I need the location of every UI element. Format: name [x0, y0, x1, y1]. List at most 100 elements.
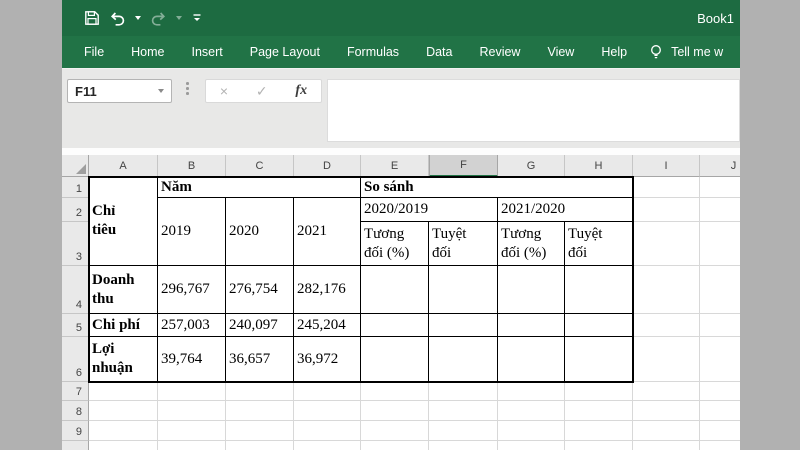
- cell[interactable]: [158, 401, 226, 421]
- cell-d2-2021[interactable]: 2021: [294, 198, 361, 266]
- cell[interactable]: [633, 441, 700, 450]
- column-header-f-selected[interactable]: F: [429, 155, 498, 177]
- row-header-5[interactable]: 5: [62, 314, 89, 337]
- cell[interactable]: [226, 382, 294, 401]
- cell[interactable]: [498, 382, 565, 401]
- cell[interactable]: [361, 401, 429, 421]
- column-header-d[interactable]: D: [294, 155, 361, 177]
- cell-f5[interactable]: [429, 314, 498, 337]
- cell-g4[interactable]: [498, 266, 565, 314]
- row-header-1[interactable]: 1: [62, 177, 89, 198]
- column-header-i[interactable]: I: [633, 155, 700, 177]
- cell[interactable]: [226, 441, 294, 450]
- cell-e1-so-sanh[interactable]: So sánh: [361, 177, 633, 198]
- cell[interactable]: [700, 421, 740, 441]
- cell-b2-2019[interactable]: 2019: [158, 198, 226, 266]
- row-header-9[interactable]: 9: [62, 421, 89, 441]
- cell-f3-tuyet-doi[interactable]: Tuyệt đối: [429, 222, 498, 266]
- cell-e3-tuong-doi[interactable]: Tương đối (%): [361, 222, 429, 266]
- cell[interactable]: [700, 337, 740, 382]
- cell-a6-loi-nhuan[interactable]: Lợi nhuận: [89, 337, 158, 382]
- cell-e5[interactable]: [361, 314, 429, 337]
- cell-h5[interactable]: [565, 314, 633, 337]
- cell[interactable]: [89, 401, 158, 421]
- cell-g5[interactable]: [498, 314, 565, 337]
- cell[interactable]: [700, 177, 740, 198]
- cell-a4-doanh-thu[interactable]: Doanh thu: [89, 266, 158, 314]
- cell[interactable]: [158, 382, 226, 401]
- cell-d5[interactable]: 245,204: [294, 314, 361, 337]
- cell[interactable]: [294, 382, 361, 401]
- cell-d6[interactable]: 36,972: [294, 337, 361, 382]
- tab-data[interactable]: Data: [426, 45, 452, 59]
- cell-d4[interactable]: 282,176: [294, 266, 361, 314]
- column-header-e[interactable]: E: [361, 155, 429, 177]
- cell-c4[interactable]: 276,754: [226, 266, 294, 314]
- row-header-8[interactable]: 8: [62, 401, 89, 421]
- row-header-2[interactable]: 2: [62, 198, 89, 222]
- tab-home[interactable]: Home: [131, 45, 164, 59]
- cell-g6[interactable]: [498, 337, 565, 382]
- tab-insert[interactable]: Insert: [192, 45, 223, 59]
- cell[interactable]: [158, 441, 226, 450]
- tab-page-layout[interactable]: Page Layout: [250, 45, 320, 59]
- row-header-3[interactable]: 3: [62, 222, 89, 266]
- cell[interactable]: [700, 401, 740, 421]
- tell-me-search[interactable]: Tell me w: [649, 44, 723, 61]
- cell[interactable]: [294, 421, 361, 441]
- cell[interactable]: [498, 401, 565, 421]
- redo-dropdown[interactable]: [176, 8, 182, 28]
- cell[interactable]: [700, 198, 740, 222]
- cell[interactable]: [429, 401, 498, 421]
- cell-e4[interactable]: [361, 266, 429, 314]
- cell[interactable]: [565, 421, 633, 441]
- tab-review[interactable]: Review: [479, 45, 520, 59]
- cell[interactable]: [361, 441, 429, 450]
- cell[interactable]: [429, 441, 498, 450]
- cell[interactable]: [700, 382, 740, 401]
- cell[interactable]: [700, 441, 740, 450]
- tab-help[interactable]: Help: [601, 45, 627, 59]
- cell-c6[interactable]: 36,657: [226, 337, 294, 382]
- cell[interactable]: [633, 337, 700, 382]
- undo-dropdown[interactable]: [135, 8, 141, 28]
- cell[interactable]: [700, 222, 740, 266]
- save-icon[interactable]: [84, 8, 100, 28]
- cell-c2-2020[interactable]: 2020: [226, 198, 294, 266]
- cell[interactable]: [294, 441, 361, 450]
- cell[interactable]: [498, 421, 565, 441]
- enter-icon[interactable]: ✓: [256, 84, 268, 98]
- undo-button[interactable]: [109, 8, 126, 28]
- column-header-g[interactable]: G: [498, 155, 565, 177]
- column-header-b[interactable]: B: [158, 155, 226, 177]
- redo-button[interactable]: [150, 8, 167, 28]
- cell[interactable]: [633, 314, 700, 337]
- select-all-corner[interactable]: [62, 155, 89, 177]
- column-header-c[interactable]: C: [226, 155, 294, 177]
- cell[interactable]: [633, 266, 700, 314]
- cell-c5[interactable]: 240,097: [226, 314, 294, 337]
- cell-h6[interactable]: [565, 337, 633, 382]
- column-header-h[interactable]: H: [565, 155, 633, 177]
- cell[interactable]: [700, 314, 740, 337]
- cell[interactable]: [226, 401, 294, 421]
- cell[interactable]: [158, 421, 226, 441]
- cell-b6[interactable]: 39,764: [158, 337, 226, 382]
- cell-g2-2021-2020[interactable]: 2021/2020: [498, 198, 633, 222]
- tab-formulas[interactable]: Formulas: [347, 45, 399, 59]
- row-header-4[interactable]: 4: [62, 266, 89, 314]
- cell[interactable]: [565, 382, 633, 401]
- tab-file[interactable]: File: [84, 45, 104, 59]
- cell[interactable]: [361, 382, 429, 401]
- cell-f4[interactable]: [429, 266, 498, 314]
- cell[interactable]: [633, 177, 700, 198]
- cell[interactable]: [633, 382, 700, 401]
- cell[interactable]: [429, 382, 498, 401]
- cell[interactable]: [89, 441, 158, 450]
- cell[interactable]: [700, 266, 740, 314]
- cell-h3-tuyet-doi[interactable]: Tuyệt đối: [565, 222, 633, 266]
- cell[interactable]: [226, 421, 294, 441]
- row-header-7[interactable]: 7: [62, 382, 89, 401]
- cell-b1-nam[interactable]: Năm: [158, 177, 361, 198]
- formula-input[interactable]: [327, 79, 740, 142]
